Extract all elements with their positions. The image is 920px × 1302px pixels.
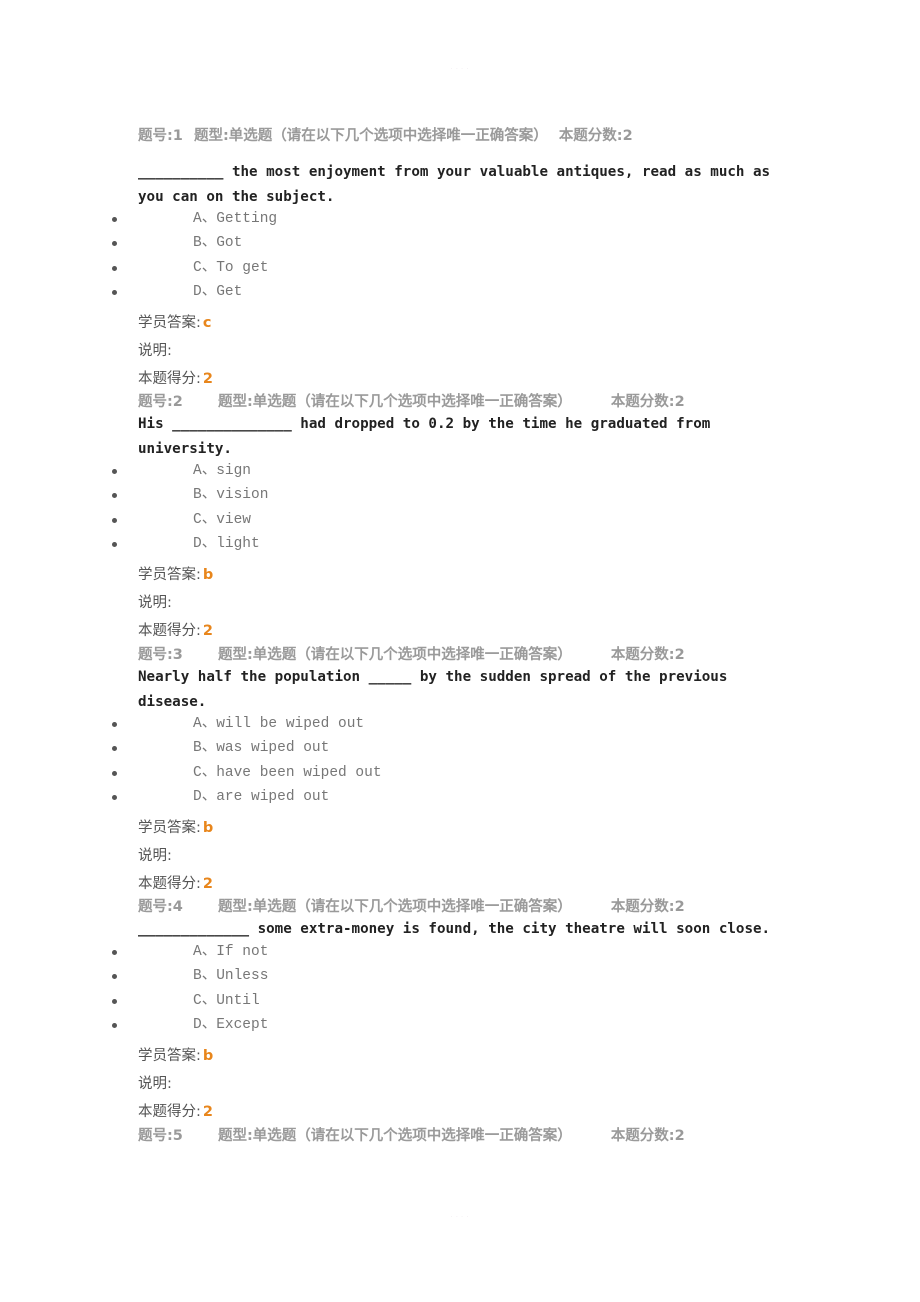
- student-answer-value: b: [202, 567, 214, 583]
- question-stem: Nearly half the population _____ by the …: [138, 669, 728, 710]
- student-answer-label: 学员答案:: [138, 567, 201, 583]
- option-label: C、Until: [193, 992, 260, 1009]
- option-label: B、Got: [193, 235, 243, 252]
- question-header: 题号:5 题型:单选题（请在以下几个选项中选择唯一正确答案） 本题分数:2: [138, 1124, 685, 1145]
- score-obtained-value: 2: [202, 1104, 213, 1120]
- score-obtained-label: 本题得分:: [138, 371, 201, 387]
- question-points: 本题分数:2: [610, 899, 685, 915]
- page-footer-mark: · · · ·: [450, 1214, 470, 1220]
- question-number: 题号:2: [138, 394, 183, 410]
- option-label: C、have been wiped out: [193, 764, 382, 781]
- student-answer-value: b: [202, 820, 214, 836]
- explanation-label: 说明:: [138, 848, 172, 864]
- student-answer-label: 学员答案:: [138, 820, 201, 836]
- explanation: 说明:: [138, 844, 172, 865]
- explanation-label: 说明:: [138, 595, 172, 611]
- bullet-icon: [112, 998, 117, 1004]
- question-number: 题号:5: [138, 1128, 183, 1144]
- score-obtained: 本题得分: 2: [138, 1100, 213, 1121]
- bullet-icon: [112, 217, 117, 222]
- question-type: 题型:单选题（请在以下几个选项中选择唯一正确答案）: [217, 394, 572, 410]
- question-header: 题号:1 题型:单选题（请在以下几个选项中选择唯一正确答案） 本题分数:2: [138, 124, 633, 145]
- question-points: 本题分数:2: [558, 128, 633, 144]
- question-header: 题号:2 题型:单选题（请在以下几个选项中选择唯一正确答案） 本题分数:2: [138, 390, 685, 411]
- option-label: A、If not: [193, 944, 269, 960]
- option-label: A、will be wiped out: [193, 716, 365, 732]
- bullet-icon: [112, 974, 117, 980]
- question-number: 题号:3: [138, 647, 183, 663]
- student-answer: 学员答案: c: [138, 311, 212, 332]
- option-label: B、vision: [193, 487, 269, 504]
- bullet-icon: [112, 794, 117, 800]
- student-answer: 学员答案: b: [138, 816, 213, 837]
- student-answer-value: b: [202, 1048, 214, 1064]
- question-type: 题型:单选题（请在以下几个选项中选择唯一正确答案）: [217, 899, 572, 915]
- option-label: A、Getting: [193, 211, 278, 227]
- option-label: B、was wiped out: [193, 740, 330, 757]
- question-stem: __________ the most enjoyment from your …: [138, 164, 771, 205]
- option-label: D、light: [193, 535, 260, 552]
- bullet-icon: [112, 722, 117, 727]
- score-obtained-label: 本题得分:: [138, 623, 201, 639]
- question-stem: _____________ some extra-money is found,…: [138, 921, 771, 937]
- bullet-icon: [112, 950, 117, 955]
- question-points: 本题分数:2: [610, 394, 685, 410]
- score-obtained: 本题得分: 2: [138, 367, 213, 388]
- student-answer-label: 学员答案:: [138, 315, 201, 331]
- explanation: 说明:: [138, 339, 172, 360]
- option-label: D、Except: [193, 1016, 269, 1033]
- question-type: 题型:单选题（请在以下几个选项中选择唯一正确答案）: [193, 128, 548, 144]
- bullet-icon: [112, 746, 117, 752]
- option-label: C、view: [193, 511, 252, 528]
- bullet-icon: [112, 265, 117, 271]
- explanation-label: 说明:: [138, 1076, 172, 1092]
- bullet-icon: [112, 1022, 117, 1028]
- score-obtained-label: 本题得分:: [138, 876, 201, 892]
- option-label: D、Get: [193, 283, 243, 300]
- option-label: C、To get: [193, 259, 269, 276]
- bullet-icon: [112, 493, 117, 499]
- bullet-icon: [112, 517, 117, 523]
- score-obtained-value: 2: [202, 371, 213, 387]
- student-answer: 学员答案: b: [138, 1044, 213, 1065]
- student-answer: 学员答案: b: [138, 563, 213, 584]
- explanation: 说明:: [138, 1072, 172, 1093]
- question-points: 本题分数:2: [610, 647, 685, 663]
- question-header: 题号:3 题型:单选题（请在以下几个选项中选择唯一正确答案） 本题分数:2: [138, 643, 685, 664]
- option-label: D、are wiped out: [193, 788, 330, 805]
- option-label: B、Unless: [193, 968, 269, 985]
- score-obtained-value: 2: [202, 876, 213, 892]
- question-points: 本题分数:2: [610, 1128, 685, 1144]
- question-number: 题号:4: [138, 899, 183, 915]
- bullet-icon: [112, 770, 117, 776]
- explanation-label: 说明:: [138, 343, 172, 359]
- question-type: 题型:单选题（请在以下几个选项中选择唯一正确答案）: [217, 1128, 572, 1144]
- score-obtained-value: 2: [202, 623, 213, 639]
- score-obtained-label: 本题得分:: [138, 1104, 201, 1120]
- score-obtained: 本题得分: 2: [138, 872, 213, 893]
- bullet-icon: [112, 289, 117, 295]
- page-header-mark: · · · ·: [450, 66, 470, 72]
- question-type: 题型:单选题（请在以下几个选项中选择唯一正确答案）: [217, 647, 572, 663]
- option-label: A、sign: [193, 463, 252, 479]
- student-answer-value: c: [202, 315, 212, 331]
- question-header: 题号:4 题型:单选题（请在以下几个选项中选择唯一正确答案） 本题分数:2: [138, 895, 685, 916]
- student-answer-label: 学员答案:: [138, 1048, 201, 1064]
- bullet-icon: [112, 241, 117, 247]
- bullet-icon: [112, 541, 117, 547]
- score-obtained: 本题得分: 2: [138, 619, 213, 640]
- question-number: 题号:1: [138, 128, 183, 144]
- explanation: 说明:: [138, 591, 172, 612]
- question-stem: His ______________ had dropped to 0.2 by…: [138, 416, 711, 457]
- bullet-icon: [112, 469, 117, 474]
